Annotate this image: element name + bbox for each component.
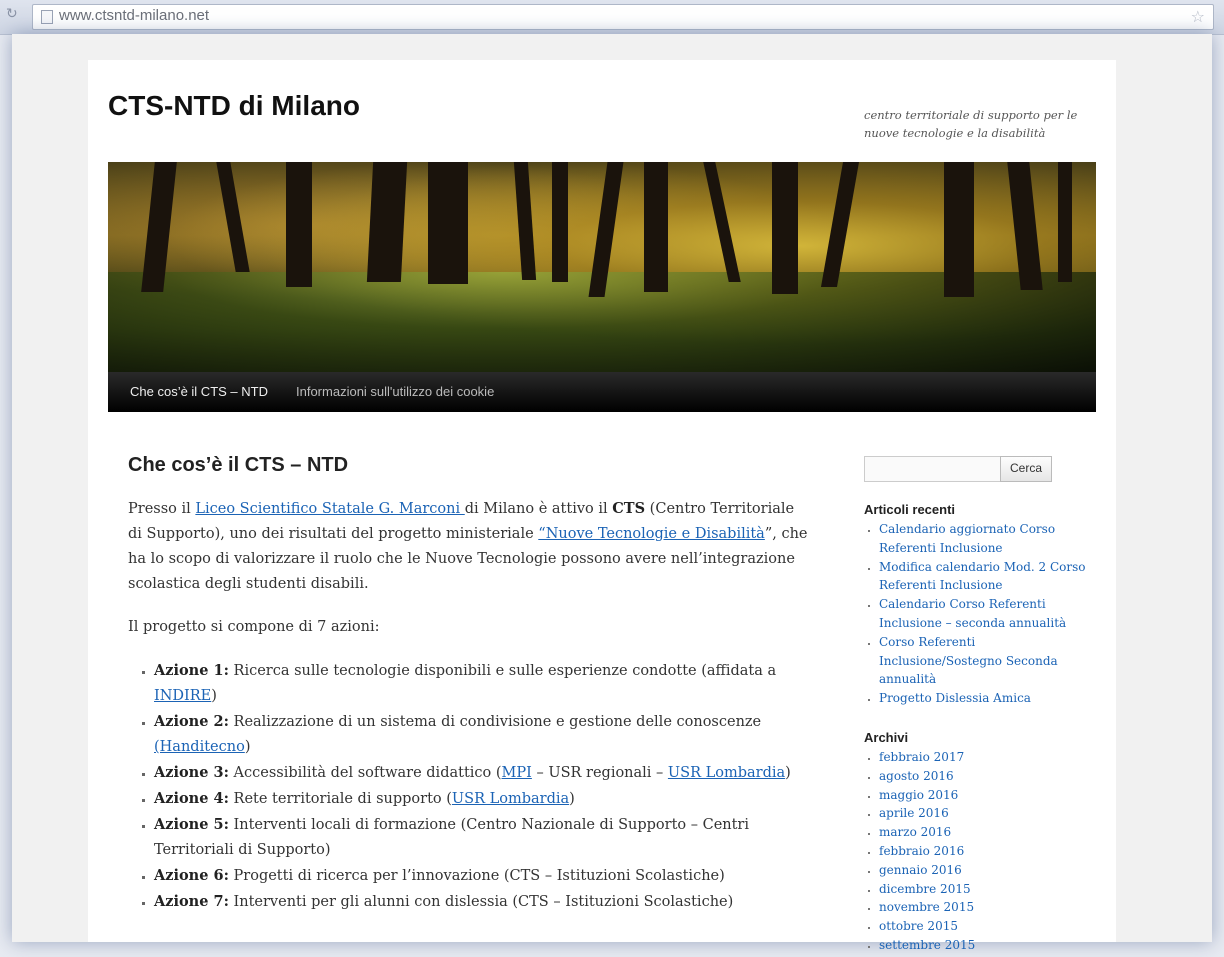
action-label: Azione 2: (154, 713, 229, 730)
archive-link[interactable]: marzo 2016 (879, 825, 951, 839)
list-item: Progetto Dislessia Amica (879, 689, 1091, 708)
page-container: CTS-NTD di Milano centro territoriale di… (88, 60, 1116, 952)
action-text: Ricerca sulle tecnologie disponibili e s… (228, 663, 777, 679)
link-mpi[interactable]: MPI (502, 765, 532, 781)
action-text: Accessibilità del software didattico ( (228, 765, 502, 781)
list-item: dicembre 2015 (879, 880, 1091, 899)
link-usr-lombardia[interactable]: USR Lombardia (668, 765, 785, 781)
recent-post-link[interactable]: Corso Referenti Inclusione/Sostegno Seco… (879, 635, 1058, 687)
archive-link[interactable]: gennaio 2016 (879, 863, 962, 877)
list-item: Calendario Corso Referenti Inclusione – … (879, 595, 1091, 633)
action-text: ) (569, 791, 575, 807)
action-text: – USR regionali – (531, 765, 668, 781)
action-item: Azione 1: Ricerca sulle tecnologie dispo… (154, 658, 808, 709)
list-item: Modifica calendario Mod. 2 Corso Referen… (879, 558, 1091, 596)
site-title[interactable]: CTS-NTD di Milano (108, 90, 360, 122)
action-text: Interventi locali di formazione (Centro … (154, 817, 750, 858)
link-handitecno[interactable]: (Handitecno (154, 739, 245, 755)
list-item: Calendario aggiornato Corso Referenti In… (879, 520, 1091, 558)
browser-toolbar: ↻ www.ctsntd-milano.net ☆ (0, 0, 1224, 35)
archives-list: febbraio 2017 agosto 2016 maggio 2016 ap… (864, 748, 1091, 955)
link-usr-lombardia[interactable]: USR Lombardia (452, 791, 569, 807)
article-title: Che cos’è il CTS – NTD (128, 454, 349, 476)
intro-paragraph: Presso il Liceo Scientifico Statale G. M… (128, 496, 808, 597)
search-button[interactable]: Cerca (1000, 456, 1052, 482)
address-url[interactable]: www.ctsntd-milano.net (59, 7, 209, 24)
action-item: Azione 2: Realizzazione di un sistema di… (154, 709, 808, 760)
browser-viewport: CTS-NTD di Milano centro territoriale di… (12, 34, 1212, 952)
nav-item-cookie-info[interactable]: Informazioni sull'utilizzo dei cookie (296, 372, 494, 412)
action-text: ) (211, 688, 217, 704)
list-item: Corso Referenti Inclusione/Sostegno Seco… (879, 633, 1091, 689)
actions-list: Azione 1: Ricerca sulle tecnologie dispo… (128, 658, 808, 915)
archive-link[interactable]: settembre 2015 (879, 938, 975, 952)
action-label: Azione 6: (154, 867, 229, 884)
recent-post-link[interactable]: Modifica calendario Mod. 2 Corso Referen… (879, 560, 1086, 593)
archive-link[interactable]: dicembre 2015 (879, 882, 971, 896)
action-text: Interventi per gli alunni con dislessia … (228, 894, 734, 910)
address-bar[interactable]: www.ctsntd-milano.net ☆ (32, 4, 1214, 30)
site-description: centro territoriale di supporto per le n… (864, 108, 1078, 140)
archive-link[interactable]: febbraio 2017 (879, 750, 964, 764)
action-item: Azione 6: Progetti di ricerca per l’inno… (154, 863, 808, 889)
archive-link[interactable]: febbraio 2016 (879, 844, 964, 858)
cts-bold: CTS (612, 500, 646, 517)
link-liceo-marconi[interactable]: Liceo Scientifico Statale G. Marconi (195, 501, 464, 517)
list-item: febbraio 2016 (879, 842, 1091, 861)
list-item: febbraio 2017 (879, 748, 1091, 767)
list-item: settembre 2015 (879, 936, 1091, 955)
link-indire[interactable]: INDIRE (154, 688, 211, 704)
archive-link[interactable]: ottobre 2015 (879, 919, 958, 933)
action-item: Azione 4: Rete territoriale di supporto … (154, 786, 808, 812)
list-item: novembre 2015 (879, 898, 1091, 917)
action-label: Azione 4: (154, 790, 229, 807)
recent-post-link[interactable]: Calendario aggiornato Corso Referenti In… (879, 522, 1055, 555)
list-item: ottobre 2015 (879, 917, 1091, 936)
list-item: agosto 2016 (879, 767, 1091, 786)
action-label: Azione 3: (154, 764, 229, 781)
action-label: Azione 1: (154, 662, 229, 679)
list-item: gennaio 2016 (879, 861, 1091, 880)
recent-post-link[interactable]: Progetto Dislessia Amica (879, 691, 1031, 705)
action-label: Azione 5: (154, 816, 229, 833)
article-content: Presso il Liceo Scientifico Statale G. M… (128, 496, 808, 915)
list-item: marzo 2016 (879, 823, 1091, 842)
actions-intro: Il progetto si compone di 7 azioni: (128, 619, 380, 635)
archives-title: Archivi (864, 730, 909, 745)
recent-posts-title: Articoli recenti (864, 502, 956, 517)
action-text: Progetti di ricerca per l’innovazione (C… (228, 868, 725, 884)
list-item: maggio 2016 (879, 786, 1091, 805)
link-nuove-tecnologie[interactable]: “Nuove Tecnologie e Disabilità (538, 526, 765, 542)
nav-item-che-cos-e[interactable]: Che cos’è il CTS – NTD (130, 372, 268, 412)
action-item: Azione 5: Interventi locali di formazion… (154, 812, 808, 863)
reload-icon[interactable]: ↻ (6, 6, 18, 22)
page-icon (41, 10, 53, 24)
main-navigation: Che cos’è il CTS – NTD Informazioni sull… (108, 372, 1096, 412)
archive-link[interactable]: novembre 2015 (879, 900, 974, 914)
bookmark-star-icon[interactable]: ☆ (1191, 7, 1205, 26)
search-input[interactable] (864, 456, 1002, 482)
action-label: Azione 7: (154, 893, 229, 910)
action-item: Azione 3: Accessibilità del software did… (154, 760, 808, 786)
list-item: aprile 2016 (879, 804, 1091, 823)
archive-link[interactable]: maggio 2016 (879, 788, 958, 802)
action-text: Realizzazione di un sistema di condivisi… (228, 714, 762, 730)
archive-link[interactable]: aprile 2016 (879, 806, 949, 820)
action-item: Azione 7: Interventi per gli alunni con … (154, 889, 808, 915)
action-text: ) (785, 765, 791, 781)
recent-post-link[interactable]: Calendario Corso Referenti Inclusione – … (879, 597, 1066, 630)
recent-posts-list: Calendario aggiornato Corso Referenti In… (864, 520, 1091, 708)
header-image (108, 162, 1096, 372)
text-span: Presso il (128, 501, 196, 517)
action-text: ) (244, 739, 251, 755)
action-text: Rete territoriale di supporto ( (228, 791, 452, 807)
text-span: di Milano è attivo il (464, 501, 613, 517)
archive-link[interactable]: agosto 2016 (879, 769, 954, 783)
